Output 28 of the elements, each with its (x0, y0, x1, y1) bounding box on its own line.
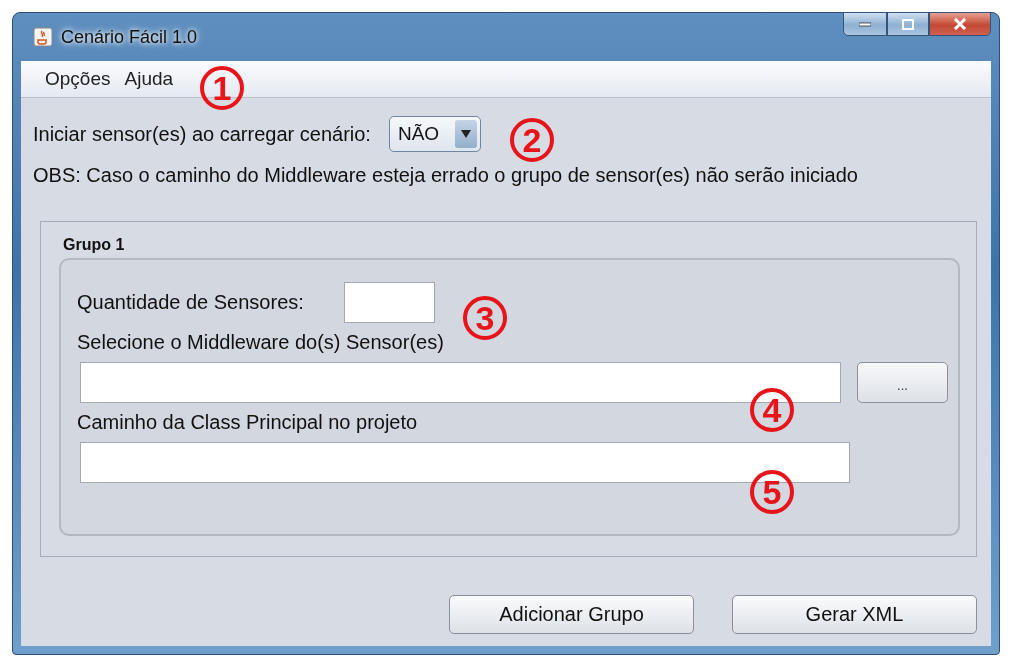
annotation-number: 2 (510, 118, 554, 162)
coffee-cup-icon (33, 27, 53, 47)
class-path-field[interactable] (80, 442, 850, 483)
group-title: Grupo 1 (63, 236, 125, 254)
minimize-icon (859, 21, 871, 27)
annotation-number: 4 (750, 388, 794, 432)
close-icon (953, 18, 967, 30)
maximize-button[interactable] (887, 12, 929, 36)
close-button[interactable] (929, 12, 991, 36)
dropdown-arrow-icon (460, 130, 471, 138)
window-title: Cenário Fácil 1.0 (61, 26, 198, 48)
middleware-label: Selecione o Middleware do(s) Sensor(es) (77, 331, 444, 354)
start-option-dropdown[interactable]: NÃO (388, 116, 481, 152)
browse-button[interactable]: ... (856, 362, 948, 403)
action-button[interactable]: Adicionar Grupo (449, 595, 694, 634)
annotation-number: 1 (200, 66, 244, 110)
minimize-button[interactable] (843, 12, 887, 36)
start-option-label: Iniciar sensor(es) ao carregar cenário: (33, 122, 371, 146)
quantity-field[interactable] (343, 282, 435, 323)
maximize-icon (902, 18, 914, 30)
menu-item[interactable]: Ajuda (124, 68, 174, 90)
note-text: OBS: Caso o caminho do Middleware esteja errado o grupo de sensor(es) não serão iniciado (33, 164, 859, 187)
action-button[interactable]: Gerar XML (732, 595, 977, 634)
class-path-label: Caminho da Class Principal no projeto (77, 411, 418, 434)
annotation-number: 3 (463, 296, 507, 340)
menu-item[interactable]: Opções (45, 68, 111, 90)
annotation-number: 5 (750, 470, 794, 514)
quantity-label: Quantidade de Sensores: (77, 291, 304, 314)
